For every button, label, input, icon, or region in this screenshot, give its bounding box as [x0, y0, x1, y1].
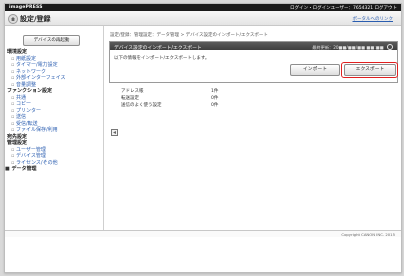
import-button[interactable]: インポート	[290, 64, 340, 76]
settings-home-icon[interactable]	[8, 14, 18, 24]
browser-page: imagePRESS ログイン・ログインユーザー：7654321 ログアウト 設…	[4, 3, 402, 273]
row-label: 送信のよく使う設定	[121, 103, 162, 108]
sidebar-nav: 環境設定 用紙設定 タイマー/電力設定 ネットワーク 外部インターフェイス 音量…	[5, 49, 103, 173]
export-button[interactable]: エクスポート	[344, 64, 396, 76]
footer: Copyright CANON INC. 2015	[5, 230, 401, 237]
table-row: 送信のよく使う設定 0件	[121, 102, 321, 109]
panel-header: デバイス設定のインポート/エクスポート 最終更新：20■■/■■/■■ ■■:■…	[110, 42, 397, 51]
page-title: 設定/登録	[20, 15, 51, 23]
row-value: 0件	[211, 103, 219, 108]
portal-link[interactable]: ポータルへのリンク	[353, 16, 394, 22]
import-export-panel: デバイス設定のインポート/エクスポート 最終更新：20■■/■■/■■ ■■:■…	[109, 41, 398, 83]
row-label: アドレス帳	[121, 89, 144, 94]
data-summary-table: アドレス帳 1件 転送設定 0件 送信のよく使う設定 0件	[121, 88, 321, 109]
table-row: 転送設定 0件	[121, 95, 321, 102]
copyright: Copyright CANON INC. 2015	[341, 231, 395, 237]
last-updated-text: 最終更新：20■■/■■/■■ ■■:■■	[312, 44, 384, 50]
panel-message: 以下の情報をインポート/エクスポートします。	[114, 56, 210, 61]
page-header: 設定/登録 ポータルへのリンク	[5, 11, 401, 26]
last-updated: 最終更新：20■■/■■/■■ ■■:■■	[312, 43, 393, 51]
sidebar-item-data-management[interactable]: データ管理	[5, 166, 103, 173]
refresh-icon[interactable]	[387, 43, 393, 50]
panel-title: デバイス設定のインポート/エクスポート	[114, 45, 202, 51]
sidebar: デバイスの再起動 環境設定 用紙設定 タイマー/電力設定 ネットワーク 外部イン…	[5, 26, 104, 230]
back-icon[interactable]	[111, 129, 118, 136]
table-row: アドレス帳 1件	[121, 88, 321, 95]
restart-device-button[interactable]: デバイスの再起動	[23, 35, 80, 46]
breadcrumb: 設定/登録：管理設定：データ管理 > デバイス設定のインポート/エクスポート	[110, 33, 268, 38]
row-value: 1件	[211, 89, 219, 94]
brand-logo: imagePRESS	[9, 5, 43, 10]
row-label: 転送設定	[121, 96, 139, 101]
top-bar: imagePRESS ログイン・ログインユーザー：7654321 ログアウト	[5, 4, 401, 11]
row-value: 0件	[211, 96, 219, 101]
